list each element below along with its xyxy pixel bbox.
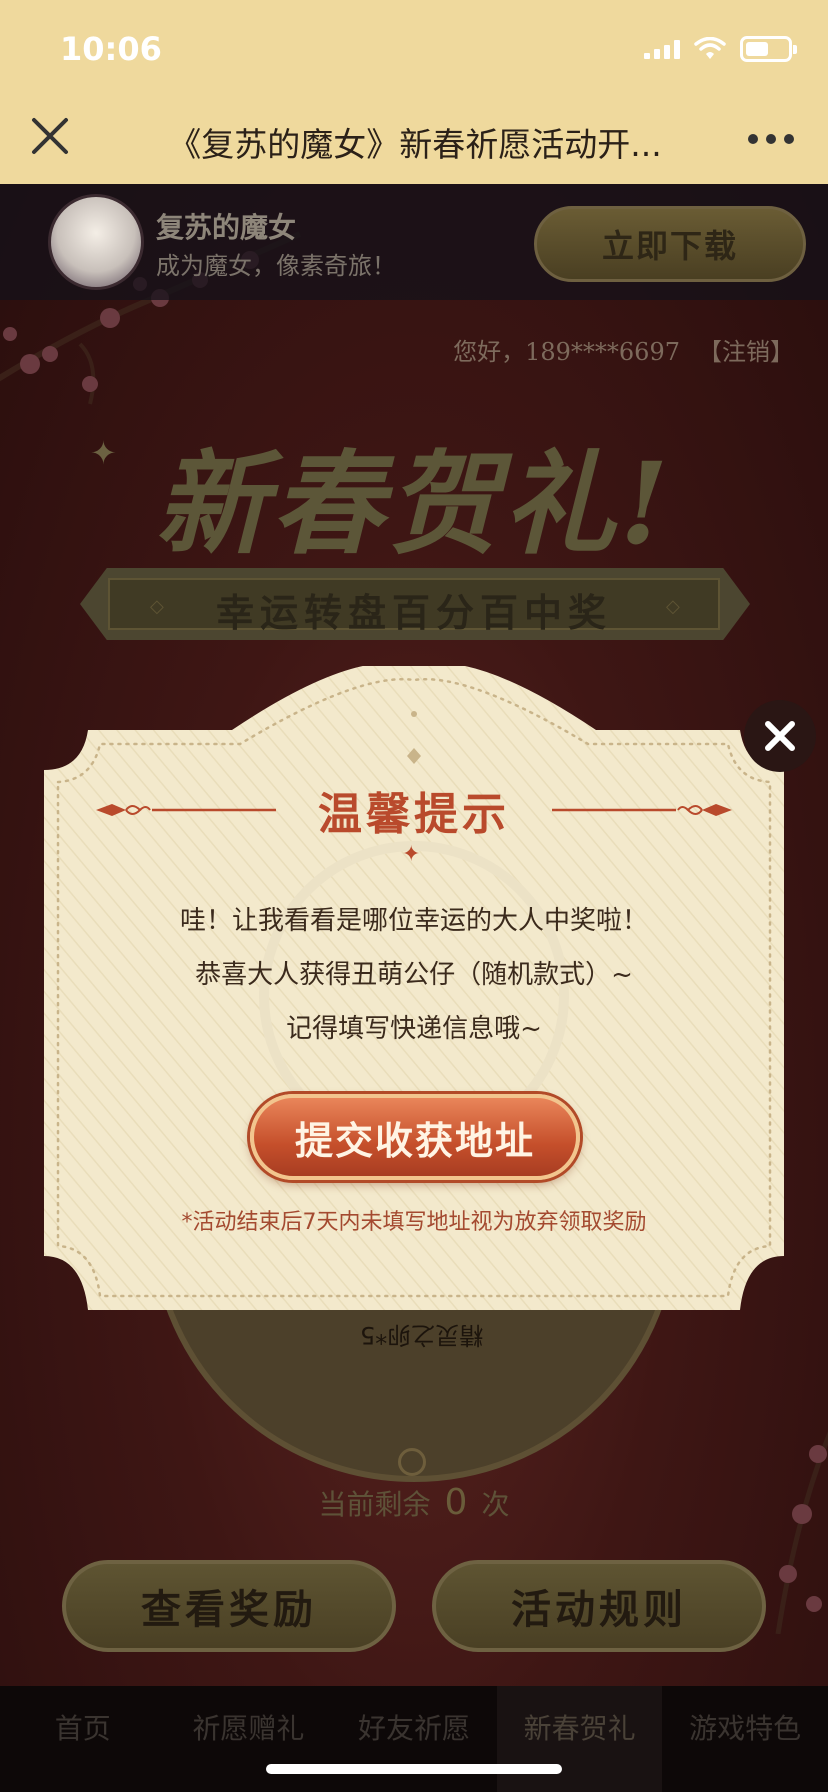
remaining-suffix: 次 bbox=[481, 1488, 510, 1521]
battery-level bbox=[746, 42, 768, 56]
wifi-icon bbox=[694, 37, 726, 59]
status-bar: 10:06 bbox=[0, 0, 828, 96]
remaining-spins: 当前剩余 0 次 bbox=[0, 1482, 828, 1523]
festival-title: 新春贺礼! bbox=[155, 439, 673, 570]
app-slogan: 成为魔女，像素奇旅！ bbox=[156, 252, 396, 280]
greeting-text: 您好，189****6697 bbox=[453, 338, 680, 366]
status-icons bbox=[644, 36, 797, 62]
page-title: 《复苏的魔女》新春祈愿活动开... bbox=[168, 125, 662, 164]
webview-nav-bar: 《复苏的魔女》新春祈愿活动开... bbox=[0, 96, 828, 184]
close-icon[interactable] bbox=[28, 114, 72, 158]
tab-new-year-gift[interactable]: 新春贺礼 bbox=[496, 1686, 663, 1792]
app-download-banner: 复苏的魔女 成为魔女，像素奇旅！ 立即下载 bbox=[0, 184, 828, 300]
star-ornament-icon: ✦ bbox=[402, 842, 421, 867]
close-icon bbox=[765, 721, 795, 751]
app-avatar bbox=[48, 194, 144, 290]
modal-notice: *活动结束后7天内未填写地址视为放弃领取奖励 bbox=[181, 1210, 647, 1235]
app-name: 复苏的魔女 bbox=[156, 211, 297, 244]
modal-close-button[interactable] bbox=[744, 700, 816, 772]
bottom-tab-bar: 首页 祈愿赠礼 好友祈愿 新春贺礼 游戏特色 bbox=[0, 1686, 828, 1792]
wheel-knob bbox=[398, 1448, 426, 1476]
ribbon-text: 幸运转盘百分百中奖 bbox=[215, 591, 612, 635]
home-indicator bbox=[266, 1764, 562, 1774]
more-options-icon[interactable] bbox=[748, 134, 794, 144]
title-ornament-right bbox=[552, 804, 732, 816]
view-rewards-button[interactable]: 查看奖励 bbox=[62, 1560, 396, 1652]
wheel-prize-label: 精灵之卵*5 bbox=[360, 1321, 484, 1349]
user-greeting: 您好，189****6697 【注销】 bbox=[453, 332, 794, 367]
tab-game-features[interactable]: 游戏特色 bbox=[662, 1686, 828, 1792]
remaining-prefix: 当前剩余 bbox=[318, 1488, 431, 1521]
remaining-count: 0 bbox=[444, 1482, 468, 1523]
logout-link[interactable]: 【注销】 bbox=[698, 338, 794, 366]
modal-message-line-3: 记得填写快递信息哦~ bbox=[286, 1014, 542, 1044]
tab-home[interactable]: 首页 bbox=[0, 1686, 166, 1792]
tab-friend-wish[interactable]: 好友祈愿 bbox=[331, 1686, 497, 1792]
modal-message-line-2: 恭喜大人获得丑萌公仔（随机款式）~ bbox=[195, 960, 633, 990]
tab-wish-gift[interactable]: 祈愿赠礼 bbox=[166, 1686, 332, 1792]
activity-rules-button[interactable]: 活动规则 bbox=[432, 1560, 766, 1652]
battery-icon bbox=[740, 36, 797, 62]
status-time: 10:06 bbox=[60, 30, 162, 68]
modal-message-line-1: 哇！让我看看是哪位幸运的大人中奖啦！ bbox=[179, 906, 648, 936]
download-button[interactable]: 立即下载 bbox=[534, 206, 806, 282]
submit-address-button[interactable]: 提交收获地址 bbox=[250, 1094, 580, 1180]
cellular-signal-icon bbox=[644, 39, 680, 59]
